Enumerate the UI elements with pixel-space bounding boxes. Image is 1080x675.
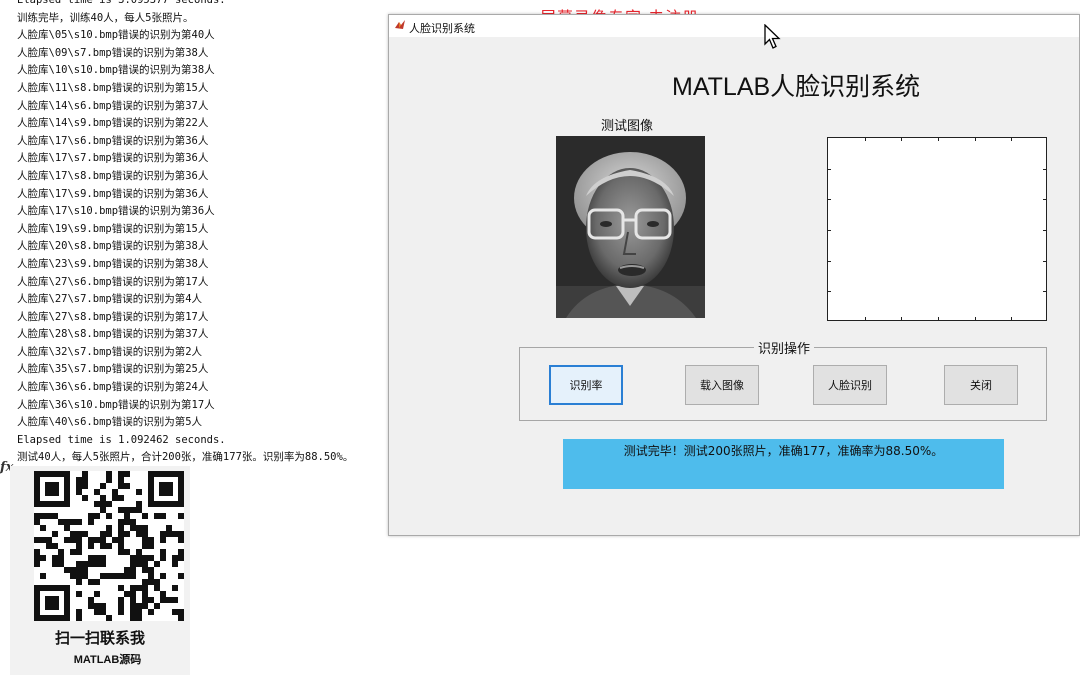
console-line: 人脸库\27\s6.bmp错误的识别为第17人 [17, 275, 209, 288]
qr-subcaption: MATLAB源码 [73, 654, 142, 666]
console-line: Elapsed time is 1.092462 seconds. [17, 433, 226, 446]
test-image-label: 测试图像 [601, 119, 654, 134]
console-line: 人脸库\09\s7.bmp错误的识别为第38人 [17, 46, 209, 59]
close-button[interactable]: 关闭 [944, 365, 1018, 405]
axis-tick [865, 138, 866, 141]
axis-tick [1011, 138, 1012, 141]
console-line: 人脸库\14\s9.bmp错误的识别为第22人 [17, 117, 209, 130]
axis-tick [938, 317, 939, 320]
console-line: 人脸库\14\s6.bmp错误的识别为第37人 [17, 99, 209, 112]
qr-caption: 扫一扫联系我 [54, 629, 145, 647]
console-line: 人脸库\19\s9.bmp错误的识别为第15人 [17, 222, 209, 235]
console-line: 人脸库\17\s9.bmp错误的识别为第36人 [17, 187, 209, 200]
console-line: 人脸库\28\s8.bmp错误的识别为第37人 [17, 328, 209, 341]
console-line: 人脸库\17\s6.bmp错误的识别为第36人 [17, 134, 209, 147]
axis-tick [828, 199, 831, 200]
console-line: 人脸库\36\s6.bmp错误的识别为第24人 [17, 381, 209, 394]
console-line: 人脸库\11\s8.bmp错误的识别为第15人 [17, 81, 209, 94]
axis-tick [1043, 230, 1046, 231]
axis-tick [1011, 317, 1012, 320]
console-line: 人脸库\32\s7.bmp错误的识别为第2人 [17, 345, 203, 358]
face-recognition-window: 人脸识别系统 MATLAB人脸识别系统 测试图像 识别操作 识别率 载入图像 人… [388, 14, 1080, 536]
axis-tick [901, 138, 902, 141]
console-line: 人脸库\27\s8.bmp错误的识别为第17人 [17, 310, 209, 323]
recognition-rate-button[interactable]: 识别率 [549, 365, 623, 405]
axis-tick [1043, 261, 1046, 262]
console-line: 训练完毕，训练40人，每人5张照片。 [17, 11, 194, 24]
console-line: 人脸库\36\s10.bmp错误的识别为第17人 [17, 398, 215, 411]
axis-tick [901, 317, 902, 320]
console-line: 人脸库\17\s10.bmp错误的识别为第36人 [17, 205, 215, 218]
console-line: 人脸库\20\s8.bmp错误的识别为第38人 [17, 240, 209, 253]
console-line: 人脸库\40\s6.bmp错误的识别为第5人 [17, 416, 203, 429]
axis-tick [865, 317, 866, 320]
group-label: 识别操作 [754, 338, 815, 357]
axis-tick [828, 169, 831, 170]
axis-tick [1043, 291, 1046, 292]
console-line: 测试40人，每人5张照片，合计200张，准确177张。识别率为88.50%。 [17, 451, 354, 464]
command-window: Elapsed time is 3.095377 seconds. 训练完毕，训练… [0, 0, 386, 465]
console-line: Elapsed time is 3.095377 seconds. [17, 0, 226, 6]
test-face-image [556, 136, 705, 318]
console-line: 人脸库\35\s7.bmp错误的识别为第25人 [17, 363, 209, 376]
console-output: Elapsed time is 3.095377 seconds. 训练完毕，训练… [17, 0, 353, 465]
console-line: 人脸库\05\s10.bmp错误的识别为第40人 [17, 29, 215, 42]
axis-tick [975, 317, 976, 320]
matlab-logo-icon [395, 20, 405, 29]
face-recognize-button[interactable]: 人脸识别 [813, 365, 887, 405]
qr-code-icon [34, 471, 184, 621]
console-line: 人脸库\23\s9.bmp错误的识别为第38人 [17, 257, 209, 270]
axis-tick [1043, 169, 1046, 170]
console-line: 人脸库\17\s8.bmp错误的识别为第36人 [17, 169, 209, 182]
console-line: 人脸库\17\s7.bmp错误的识别为第36人 [17, 152, 209, 165]
axis-tick [1043, 199, 1046, 200]
axis-tick [828, 230, 831, 231]
load-image-button[interactable]: 载入图像 [685, 365, 759, 405]
axis-tick [828, 261, 831, 262]
result-axes [827, 137, 1047, 321]
status-message: 测试完毕！测试200张照片，准确177，准确率为88.50%。 [563, 439, 1004, 489]
console-line: 人脸库\27\s7.bmp错误的识别为第4人 [17, 293, 203, 306]
window-title: 人脸识别系统 [409, 22, 475, 35]
window-titlebar[interactable]: 人脸识别系统 [389, 15, 1079, 37]
console-line: 人脸库\10\s10.bmp错误的识别为第38人 [17, 64, 215, 77]
recognition-operation-group: 识别操作 识别率 载入图像 人脸识别 关闭 [519, 338, 1047, 421]
mouse-cursor-icon [764, 24, 781, 49]
axis-tick [938, 138, 939, 141]
app-title: MATLAB人脸识别系统 [672, 73, 921, 101]
axis-tick [828, 291, 831, 292]
axis-tick [975, 138, 976, 141]
